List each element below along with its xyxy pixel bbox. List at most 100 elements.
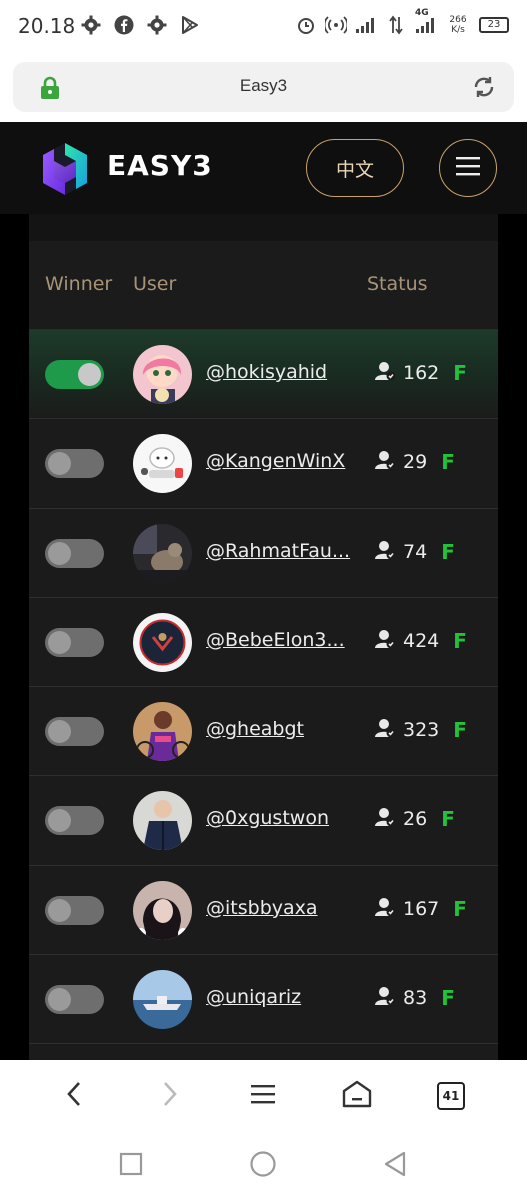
battery-indicator: 23 (479, 17, 509, 33)
avatar[interactable] (133, 434, 192, 494)
user-follow-icon (375, 450, 397, 474)
user-handle-link[interactable]: @itsbbyaxa (206, 897, 351, 919)
square-icon (119, 1152, 143, 1180)
user-follow-icon (375, 807, 397, 831)
home-icon (341, 1079, 373, 1113)
hamburger-icon (456, 156, 480, 180)
address-title[interactable]: Easy3 (13, 76, 514, 96)
user-follow-icon (375, 897, 397, 921)
logo-text[interactable]: EASY3 (107, 149, 213, 182)
user-status: 83 F (375, 986, 455, 1010)
avatar[interactable] (133, 523, 192, 583)
circle-icon (249, 1150, 277, 1182)
user-handle-link[interactable]: @RahmatFau... (206, 540, 351, 562)
user-follow-icon (375, 629, 397, 653)
follow-flag: F (441, 807, 455, 832)
winner-toggle[interactable] (45, 985, 104, 1015)
table-row: @KangenWinX 29 F (29, 419, 498, 509)
user-handle-link[interactable]: @gheabgt (206, 718, 351, 740)
user-status: 323 F (375, 718, 467, 742)
follow-flag: F (453, 896, 467, 921)
user-status: 424 F (375, 629, 467, 653)
speed-unit: K/s (451, 25, 465, 35)
gear-icon (80, 14, 102, 36)
user-handle-link[interactable]: @BebeElon3... (206, 629, 351, 651)
triangle-back-icon (382, 1151, 408, 1181)
table-row: @gheabgt 323 F (29, 687, 498, 777)
network-label: 4G (415, 8, 429, 18)
chevron-right-icon (159, 1080, 179, 1112)
signal-4g-icon: 4G (415, 8, 437, 36)
panel-top-strip (29, 214, 498, 241)
user-handle-link[interactable]: @hokisyahid (206, 361, 351, 383)
table-row: @hokisyahid 162 F (29, 330, 498, 420)
user-status: 167 F (375, 897, 467, 921)
winner-toggle[interactable] (45, 806, 104, 836)
browser-menu-button[interactable] (245, 1078, 281, 1114)
address-field[interactable]: Easy3 (13, 62, 514, 112)
language-button[interactable]: 中文 (306, 139, 404, 197)
user-status: 29 F (375, 450, 455, 474)
winner-toggle[interactable] (45, 449, 104, 479)
winner-toggle[interactable] (45, 627, 104, 657)
user-status: 26 F (375, 807, 455, 831)
follower-count: 162 (403, 362, 440, 384)
follow-flag: F (441, 986, 455, 1011)
back-button[interactable] (57, 1078, 93, 1114)
winner-toggle[interactable] (45, 538, 104, 568)
back-nav-button[interactable] (381, 1151, 409, 1181)
user-follow-icon (375, 540, 397, 564)
follow-flag: F (453, 628, 467, 653)
facebook-icon (113, 14, 135, 36)
user-handle-link[interactable]: @uniqariz (206, 986, 351, 1008)
follow-flag: F (441, 450, 455, 475)
hotspot-icon (325, 14, 347, 36)
alarm-icon (295, 14, 317, 36)
forward-button[interactable] (151, 1078, 187, 1114)
network-speed: 266 K/s (445, 15, 471, 35)
follow-flag: F (453, 361, 467, 385)
follower-count: 167 (403, 897, 440, 920)
follower-count: 323 (403, 719, 440, 742)
chevron-left-icon (65, 1080, 85, 1112)
gear-icon (146, 14, 168, 36)
winner-toggle[interactable] (45, 717, 104, 747)
winner-toggle[interactable] (45, 895, 104, 925)
menu-button[interactable] (439, 139, 497, 197)
browser-address-bar: Easy3 (0, 54, 527, 122)
table-header: Winner User Status (29, 241, 498, 330)
browser-toolbar: 41 (0, 1060, 527, 1132)
avatar[interactable] (133, 345, 192, 404)
tabs-button[interactable]: 41 (433, 1078, 469, 1114)
home-nav-button[interactable] (249, 1150, 277, 1182)
home-button[interactable] (339, 1078, 375, 1114)
table-row: @itsbbyaxa 167 F (29, 866, 498, 956)
user-handle-link[interactable]: @KangenWinX (206, 450, 351, 472)
hamburger-icon (251, 1084, 275, 1108)
recents-button[interactable] (117, 1152, 145, 1180)
follower-count: 26 (403, 808, 428, 831)
winner-toggle[interactable] (45, 360, 104, 389)
easy3-logo-icon[interactable] (40, 141, 90, 201)
status-time: 20.18 (18, 14, 76, 38)
avatar[interactable] (133, 880, 192, 940)
column-header-winner: Winner (45, 273, 113, 295)
follower-count: 424 (403, 629, 440, 652)
main-content: Winner User Status @hokisyahid 162 F @Ka… (0, 214, 527, 1060)
reload-icon[interactable] (472, 75, 496, 103)
avatar[interactable] (133, 612, 192, 672)
table-row: @0xgustwon 26 F (29, 776, 498, 866)
follow-flag: F (453, 718, 467, 743)
column-header-user: User (133, 273, 177, 295)
avatar[interactable] (133, 970, 192, 1030)
system-nav-bar (0, 1132, 527, 1200)
avatar[interactable] (133, 702, 192, 762)
avatar[interactable] (133, 791, 192, 851)
user-handle-link[interactable]: @0xgustwon (206, 807, 351, 829)
user-follow-icon (375, 361, 397, 385)
status-bar: 20.18 4G 266 K/s 23 (0, 0, 527, 54)
follower-count: 83 (403, 987, 428, 1010)
follow-flag: F (441, 539, 455, 564)
user-status: 74 F (375, 540, 455, 564)
user-follow-icon (375, 986, 397, 1010)
